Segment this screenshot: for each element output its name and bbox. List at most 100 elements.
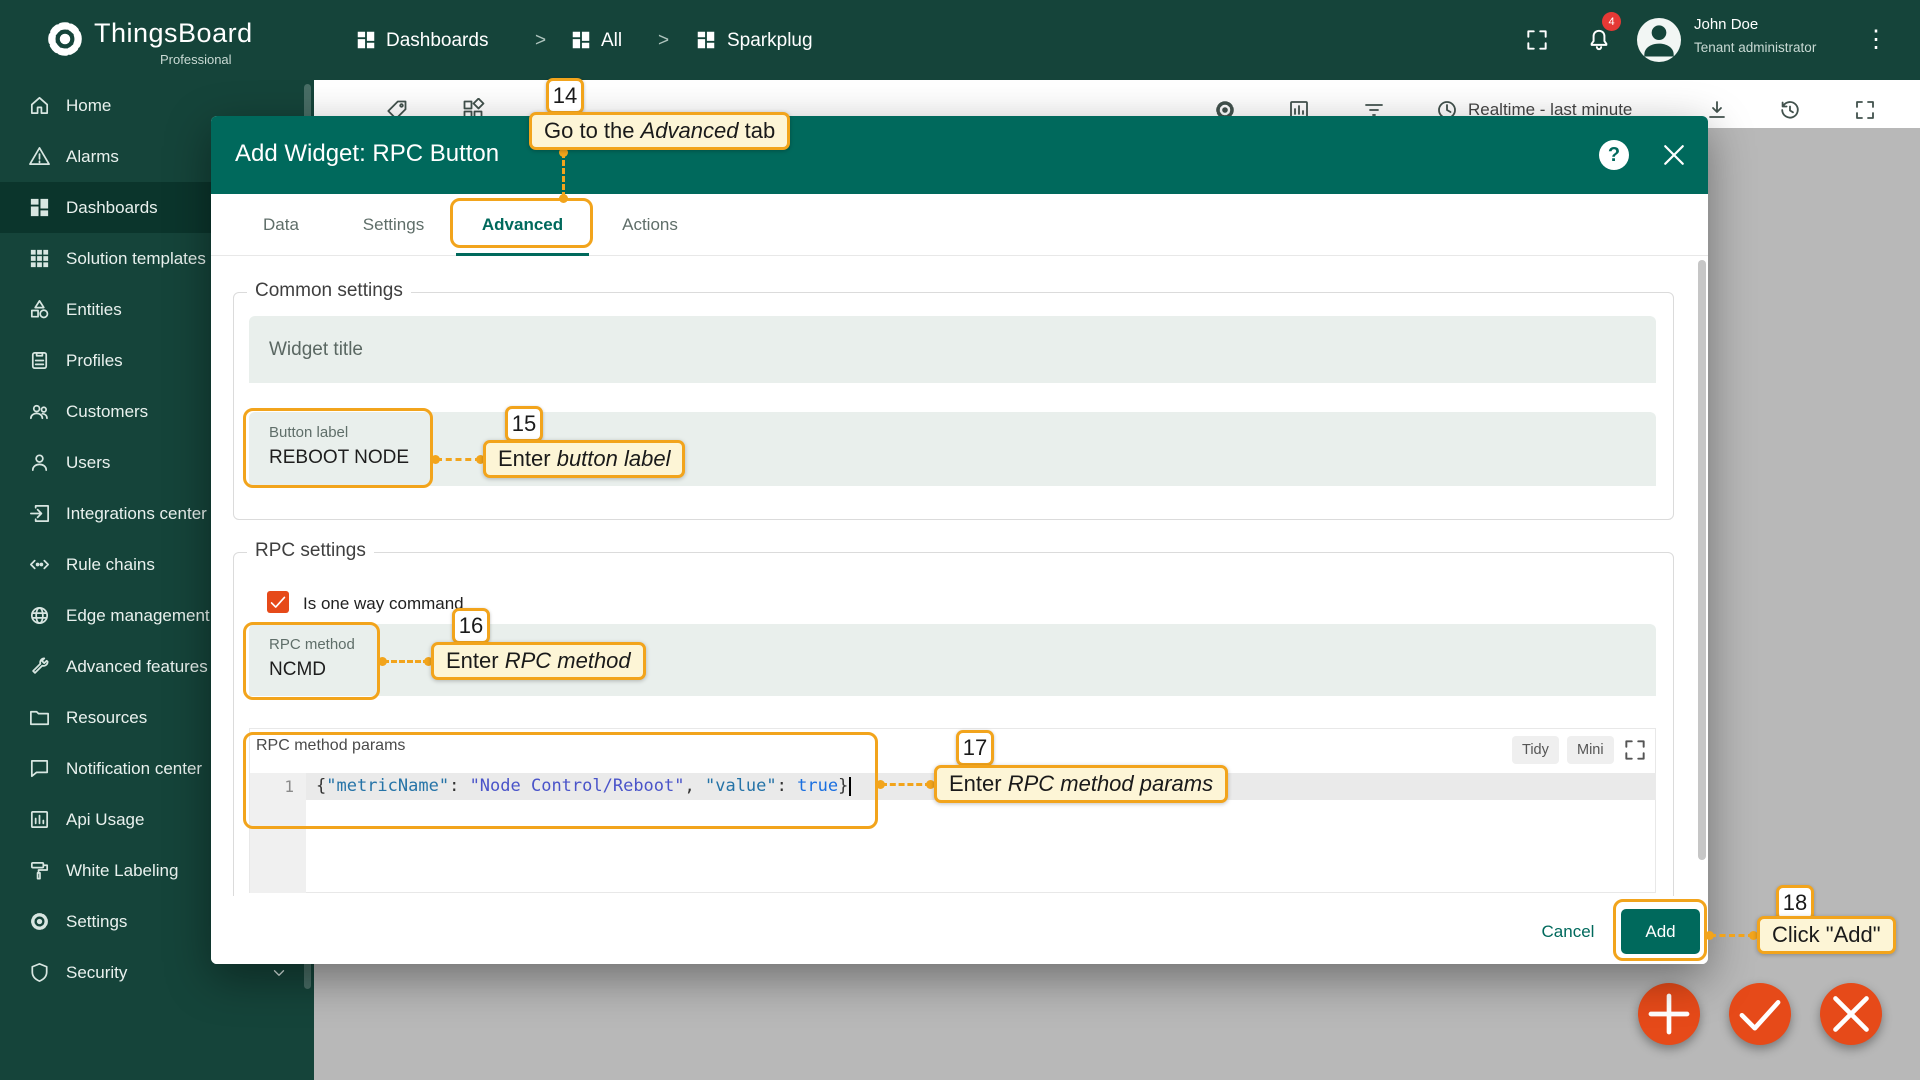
thingsboard-logo-icon xyxy=(44,18,86,60)
customers-icon xyxy=(28,400,51,423)
step-18-highlight-ring xyxy=(1613,899,1707,961)
help-icon[interactable]: ? xyxy=(1599,140,1629,170)
profiles-icon xyxy=(28,349,51,372)
breadcrumb-separator: > xyxy=(658,30,669,52)
notifications-bell-icon[interactable] xyxy=(1586,27,1612,53)
step-15-label: Enter button label xyxy=(483,440,685,478)
sidebar-item-label: Entities xyxy=(66,300,122,320)
editor-fullscreen-icon[interactable] xyxy=(1622,737,1648,763)
step-17-label: Enter RPC method params xyxy=(934,765,1228,803)
one-way-command-checkbox[interactable] xyxy=(267,591,289,613)
sidebar-item-label: White Labeling xyxy=(66,861,178,881)
sidebar-item-label: Solution templates xyxy=(66,249,206,269)
download-icon[interactable] xyxy=(1705,98,1729,122)
settings-gear-icon xyxy=(28,910,51,933)
fullscreen-icon[interactable] xyxy=(1524,27,1550,53)
tab-data[interactable]: Data xyxy=(231,194,331,255)
sidebar-item-label: Edge management xyxy=(66,606,210,626)
one-way-command-label: Is one way command xyxy=(303,594,464,614)
rule-chains-icon xyxy=(28,553,51,576)
dialog-title: Add Widget: RPC Button xyxy=(235,140,499,168)
sidebar-item-label: Settings xyxy=(66,912,127,932)
dialog-close-icon[interactable] xyxy=(1659,140,1689,170)
sidebar-item-label: Profiles xyxy=(66,351,123,371)
breadcrumb-item[interactable]: Dashboards xyxy=(386,30,488,52)
tab-settings[interactable]: Settings xyxy=(331,194,456,255)
sidebar-item-label: Home xyxy=(66,96,111,116)
sidebar-item-label: Customers xyxy=(66,402,148,422)
sidebar-item-label: Api Usage xyxy=(66,810,144,830)
notification-count-badge: 4 xyxy=(1602,12,1621,31)
notification-center-icon xyxy=(28,757,51,780)
cancel-button[interactable]: Cancel xyxy=(1528,912,1608,952)
sidebar-item-label: Resources xyxy=(66,708,147,728)
edge-management-icon xyxy=(28,604,51,627)
dialog-footer: Cancel Add xyxy=(211,896,1708,964)
kebab-menu-icon[interactable]: ⋮ xyxy=(1864,26,1888,54)
dialog-header: Add Widget: RPC Button ? xyxy=(211,116,1708,194)
step-18-label: Click "Add" xyxy=(1757,916,1896,954)
home-icon xyxy=(28,94,51,117)
step-14-connector xyxy=(562,152,565,198)
api-usage-icon xyxy=(28,808,51,831)
sidebar-item-label: Rule chains xyxy=(66,555,155,575)
step-16-label: Enter RPC method xyxy=(431,642,646,680)
add-widget-dialog: Add Widget: RPC Button ? Data Settings A… xyxy=(211,116,1708,964)
step-17-connector xyxy=(881,783,931,786)
app-header: ThingsBoard Professional Dashboards > Al… xyxy=(0,0,1920,80)
sidebar-item-label: Dashboards xyxy=(66,198,158,218)
step-16-number: 16 xyxy=(452,608,490,644)
close-icon xyxy=(1820,983,1882,1045)
toolbar-fullscreen-icon[interactable] xyxy=(1853,98,1877,122)
dashboards-icon xyxy=(28,196,51,219)
security-shield-icon xyxy=(28,961,51,984)
user-name: John Doe xyxy=(1694,16,1758,33)
discard-changes-fab[interactable] xyxy=(1820,983,1882,1045)
step-16-connector xyxy=(383,660,429,663)
integrations-icon xyxy=(28,502,51,525)
sidebar-item-label: Integrations center xyxy=(66,504,207,524)
step-17-highlight-ring xyxy=(243,732,878,829)
check-icon xyxy=(1729,983,1791,1045)
breadcrumb-all-icon xyxy=(570,29,592,51)
button-label-input[interactable]: Button label REBOOT NODE xyxy=(249,412,1656,486)
rpc-settings-legend: RPC settings xyxy=(247,540,374,562)
entities-icon xyxy=(28,298,51,321)
brand-subtitle: Professional xyxy=(160,52,232,67)
sidebar-item-label: Users xyxy=(66,453,110,473)
user-avatar[interactable] xyxy=(1637,18,1681,62)
mini-button[interactable]: Mini xyxy=(1567,736,1614,764)
step-14-highlight-ring xyxy=(450,198,593,248)
active-tab-underline xyxy=(456,253,589,256)
dialog-scrollbar[interactable] xyxy=(1698,260,1706,860)
breadcrumb-item[interactable]: All xyxy=(601,30,622,52)
sidebar-item-label: Alarms xyxy=(66,147,119,167)
brand-name: ThingsBoard xyxy=(94,18,253,49)
step-18-connector xyxy=(1710,934,1754,937)
widget-title-input[interactable]: Widget title xyxy=(249,316,1656,383)
breadcrumb-item[interactable]: Sparkplug xyxy=(727,30,813,52)
page: ThingsBoard Professional Dashboards > Al… xyxy=(0,0,1920,1080)
check-icon xyxy=(267,591,289,613)
resources-folder-icon xyxy=(28,706,51,729)
breadcrumb-dashboards-icon xyxy=(355,29,377,51)
tidy-button[interactable]: Tidy xyxy=(1512,736,1559,764)
common-settings-legend: Common settings xyxy=(247,280,411,302)
chevron-down-icon xyxy=(270,964,288,982)
step-17-number: 17 xyxy=(956,730,994,766)
step-15-number: 15 xyxy=(505,406,543,442)
tab-actions[interactable]: Actions xyxy=(589,194,711,255)
step-16-highlight-ring xyxy=(243,622,380,700)
user-role: Tenant administrator xyxy=(1694,40,1816,55)
sidebar-item-label: Notification center xyxy=(66,759,202,779)
widget-title-placeholder: Widget title xyxy=(269,316,363,383)
step-14-label: Go to the Advanced tab xyxy=(529,112,790,150)
white-labeling-icon xyxy=(28,859,51,882)
apply-changes-fab[interactable] xyxy=(1729,983,1791,1045)
history-icon[interactable] xyxy=(1778,98,1802,122)
advanced-features-icon xyxy=(28,655,51,678)
sidebar-item-label: Security xyxy=(66,963,127,983)
alarm-warning-icon xyxy=(28,145,51,168)
plus-icon xyxy=(1638,983,1700,1045)
add-widget-fab[interactable] xyxy=(1638,983,1700,1045)
